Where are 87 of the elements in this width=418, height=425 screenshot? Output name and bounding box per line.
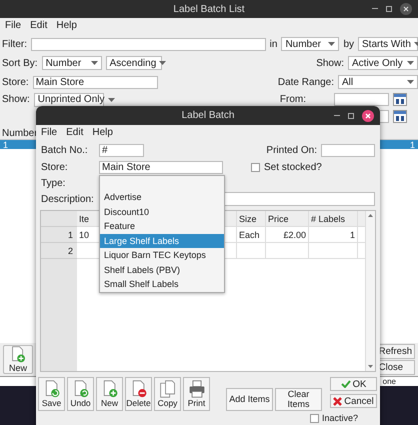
menu-item[interactable]: Help: [56, 20, 77, 31]
table-cell: £2.00: [266, 227, 309, 242]
print-button[interactable]: Print: [183, 377, 210, 411]
show-dropdown[interactable]: Active Only: [348, 56, 418, 70]
caret-icon: [407, 61, 414, 65]
row-number: 1: [68, 230, 73, 240]
caret-icon: [328, 42, 336, 46]
menu-item[interactable]: File: [41, 127, 58, 138]
copy-button[interactable]: Copy: [154, 377, 181, 411]
status-text: one: [382, 377, 396, 386]
caret-icon: [159, 61, 166, 65]
maximize-icon[interactable]: [348, 112, 354, 118]
table-cell: 1: [309, 227, 358, 242]
column-header[interactable]: Size: [237, 211, 266, 226]
new-button[interactable]: New: [96, 377, 123, 411]
column-header[interactable]: # Labels: [309, 211, 358, 226]
store-field[interactable]: Main Store: [99, 161, 223, 174]
add-items-button[interactable]: Add Items: [226, 388, 273, 411]
scroll-down-icon[interactable]: [368, 365, 373, 368]
scrollbar[interactable]: [365, 211, 375, 371]
dropdown-option[interactable]: Large Shelf Labels: [100, 234, 224, 248]
caret-icon: [108, 98, 114, 102]
description-label: Description:: [41, 194, 95, 204]
column-header[interactable]: Number: [2, 128, 38, 139]
delete-button[interactable]: Delete: [125, 377, 152, 411]
minimize-icon[interactable]: [334, 114, 340, 116]
inactive-label: Inactive?: [322, 413, 358, 423]
calendar-icon[interactable]: [393, 93, 407, 106]
table-cell: Each: [237, 227, 266, 242]
printed-on-label: Printed On:: [266, 145, 317, 156]
menu-item[interactable]: Edit: [30, 20, 48, 31]
caret-icon: [90, 61, 98, 65]
dropdown-option[interactable]: Liquor Barn TEC Keytops: [100, 248, 224, 262]
store-field[interactable]: Main Store: [32, 76, 158, 88]
ok-button[interactable]: OK: [330, 377, 377, 391]
store-label: Store:: [2, 76, 29, 88]
by-label: by: [343, 38, 354, 50]
cancel-button[interactable]: Cancel: [330, 394, 377, 408]
filter-label: Filter:: [2, 38, 27, 50]
window-title: Label Batch List: [173, 4, 245, 14]
type-label: Type:: [41, 178, 66, 188]
store-label: Store:: [41, 162, 69, 173]
show-label: Show:: [316, 58, 344, 68]
batch-no-field[interactable]: #: [99, 144, 144, 157]
table-cell: 1: [410, 140, 415, 150]
checkbox[interactable]: [251, 163, 260, 172]
from-date-field[interactable]: [334, 93, 389, 106]
clear-items-button[interactable]: Clear Items: [275, 388, 322, 411]
date-range-label: Date Range:: [278, 76, 334, 88]
scroll-up-icon[interactable]: [368, 214, 373, 217]
minimize-icon[interactable]: [372, 8, 378, 10]
dropdown-option[interactable]: Advertise: [100, 190, 224, 204]
undo-button[interactable]: Undo: [67, 377, 94, 411]
close-icon[interactable]: [400, 3, 412, 15]
checkbox[interactable]: [310, 414, 319, 422]
column-header[interactable]: Price: [266, 211, 309, 226]
save-button[interactable]: Save: [38, 377, 65, 411]
caret-icon: [407, 80, 414, 84]
printer-icon: [186, 380, 206, 398]
cross-icon: [333, 396, 342, 406]
menu-item[interactable]: File: [5, 20, 22, 31]
menu-item[interactable]: Edit: [66, 127, 84, 138]
dropdown-option[interactable]: Small Shelf Labels: [100, 277, 224, 292]
match-mode-dropdown[interactable]: Starts With: [358, 37, 418, 51]
menu-item[interactable]: Help: [92, 127, 113, 138]
set-stocked-label: Set stocked?: [264, 162, 322, 173]
checkmark-icon: [340, 380, 351, 388]
dialog-title: Label Batch: [182, 110, 234, 121]
search-column-dropdown[interactable]: Number: [281, 37, 340, 51]
batch-no-label: Batch No.:: [41, 145, 89, 156]
in-label: in: [270, 38, 278, 50]
printed-on-field[interactable]: [321, 144, 375, 157]
date-range-dropdown[interactable]: All: [338, 75, 418, 89]
row-number: 2: [68, 246, 73, 256]
calendar-icon[interactable]: [393, 110, 407, 122]
show-label: Show:: [2, 94, 30, 105]
maximize-icon[interactable]: [386, 6, 392, 12]
sort-field-dropdown[interactable]: Number: [42, 56, 102, 70]
copy-icon: [158, 380, 178, 398]
dropdown-option[interactable]: Shelf Labels (PBV): [100, 262, 224, 277]
from-label: From:: [280, 94, 306, 105]
new-button[interactable]: New: [3, 345, 33, 374]
close-icon[interactable]: [362, 110, 374, 122]
filter-field[interactable]: [31, 38, 266, 50]
dropdown-option[interactable]: Discount10: [100, 204, 224, 219]
table-cell: 1: [3, 140, 8, 150]
sort-label: Sort By:: [2, 58, 38, 68]
